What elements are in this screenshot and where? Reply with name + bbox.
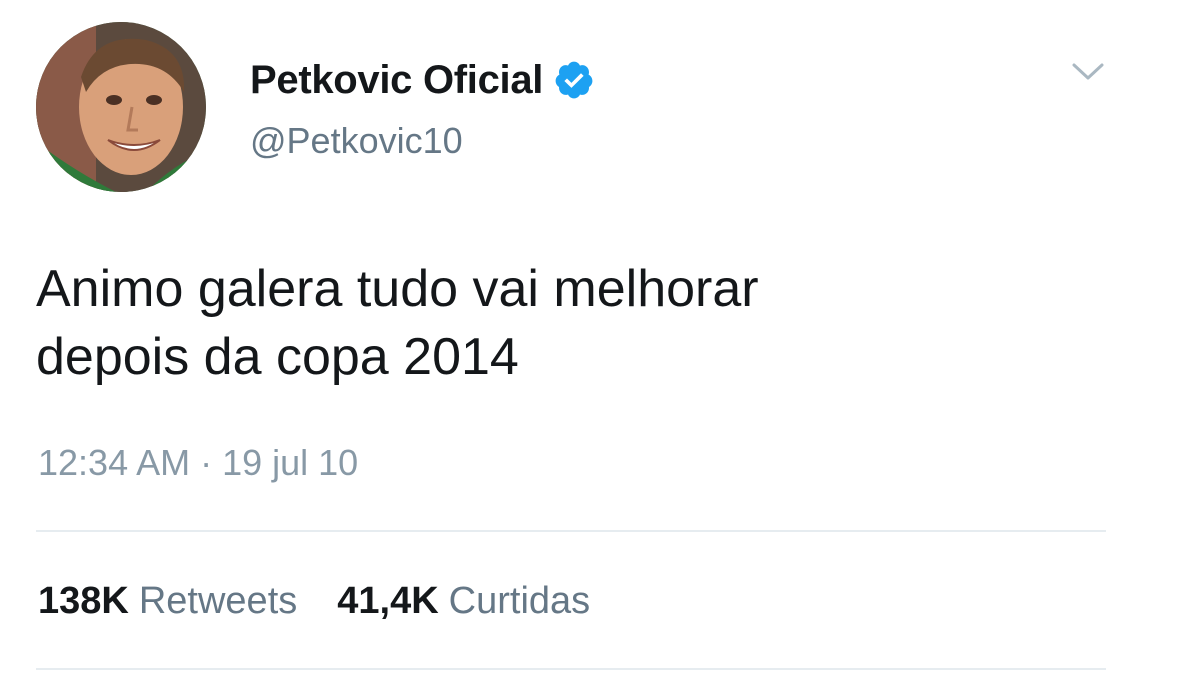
likes-label: Curtidas (448, 580, 591, 622)
retweets-count: 138K (38, 580, 129, 622)
tweet-text: Animo galera tudo vai melhorar depois da… (36, 255, 1136, 391)
tweet-text-line-2: depois da copa 2014 (36, 328, 519, 386)
divider (36, 668, 1106, 670)
tweet-text-line-1: Animo galera tudo vai melhorar (36, 260, 759, 318)
divider (36, 530, 1106, 532)
avatar-photo (36, 22, 206, 192)
likes-count: 41,4K (337, 580, 439, 622)
likes-stat[interactable]: 41,4K Curtidas (337, 580, 590, 623)
retweets-stat[interactable]: 138K Retweets (38, 580, 297, 623)
display-name[interactable]: Petkovic Oficial (250, 58, 543, 103)
chevron-down-icon[interactable] (1068, 56, 1108, 86)
verified-badge-icon (553, 59, 595, 101)
retweets-label: Retweets (138, 580, 298, 622)
tweet-timestamp[interactable]: 12:34 AM · 19 jul 10 (38, 442, 358, 484)
avatar[interactable] (36, 22, 206, 192)
author-handle[interactable]: @Petkovic10 (250, 120, 463, 162)
author-name-row: Petkovic Oficial (250, 55, 595, 105)
tweet-card: Petkovic Oficial @Petkovic10 Animo galer… (0, 0, 1200, 675)
tweet-stats: 138K Retweets 41,4K Curtidas (38, 580, 630, 623)
